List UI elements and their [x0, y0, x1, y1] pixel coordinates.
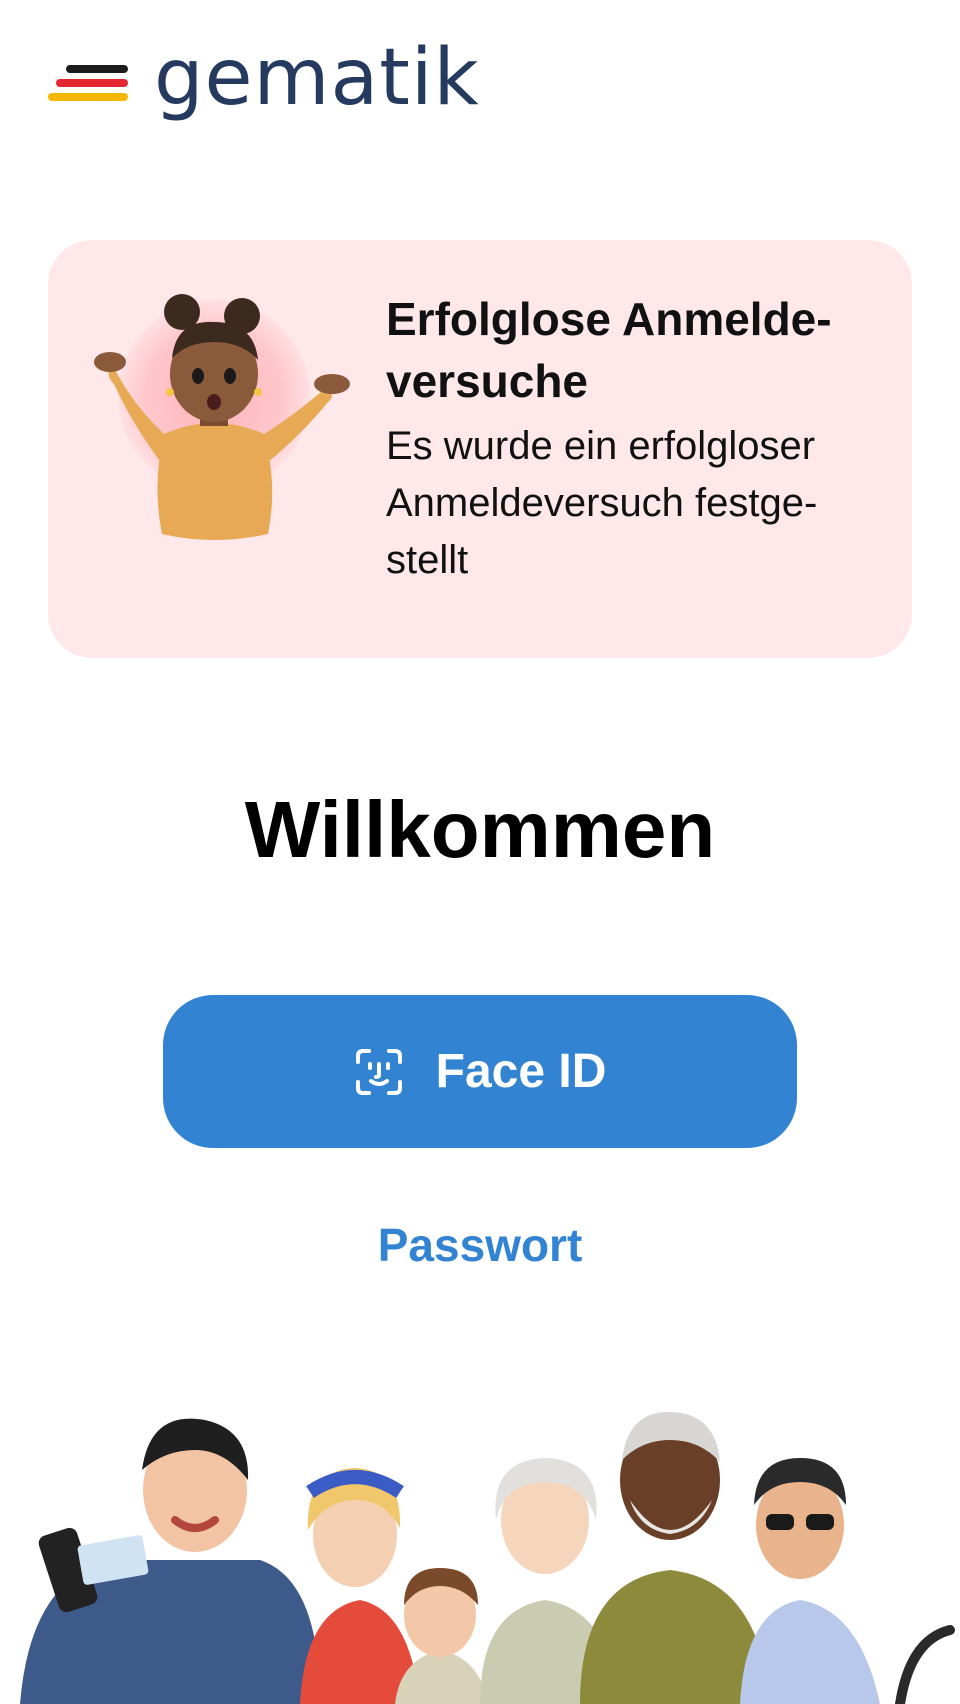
- welcome-title: Willkommen: [244, 785, 716, 874]
- logo-wordmark: gematik: [154, 33, 480, 123]
- face-id-label: Face ID: [435, 1045, 607, 1098]
- alert-message: Es wurde ein erfolgloser Anmeldeversuch …: [386, 424, 818, 582]
- gematik-logo: gematik: [48, 38, 480, 124]
- face-id-login-button[interactable]: Face ID: [163, 995, 797, 1148]
- group-of-people-illustration: [20, 1411, 955, 1704]
- german-flag-icon: [48, 65, 128, 101]
- failed-login-alert: Erfolglose Anmelde-versuche Es wurde ein…: [48, 240, 912, 658]
- password-login-link[interactable]: Passwort: [0, 1210, 960, 1280]
- face-id-icon: [355, 1048, 402, 1095]
- alert-title: Erfolglose Anmelde-versuche: [386, 293, 832, 407]
- shrugging-person-illustration: [94, 294, 350, 540]
